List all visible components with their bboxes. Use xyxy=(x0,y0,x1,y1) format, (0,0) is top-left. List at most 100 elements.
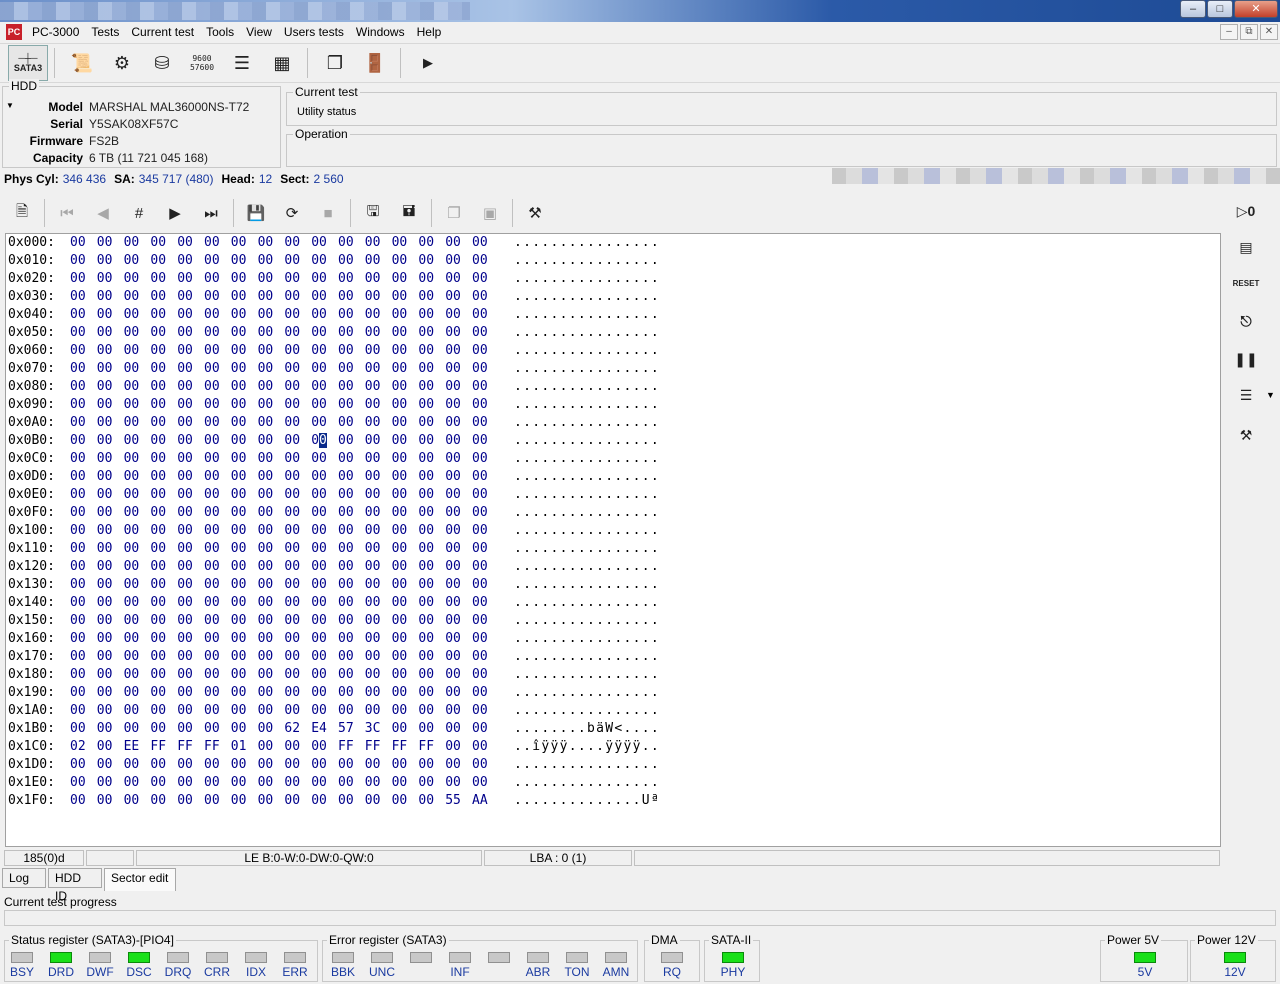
hex-byte[interactable]: 00 xyxy=(338,684,360,702)
hex-byte[interactable]: 00 xyxy=(392,684,414,702)
hex-byte[interactable]: 00 xyxy=(70,630,92,648)
hex-byte[interactable]: 00 xyxy=(284,234,306,252)
hex-byte[interactable]: 00 xyxy=(392,432,414,450)
hex-byte[interactable]: 00 xyxy=(418,720,440,738)
hex-byte[interactable]: 00 xyxy=(418,432,440,450)
hex-byte[interactable]: 00 xyxy=(284,504,306,522)
hex-byte[interactable]: 00 xyxy=(177,432,199,450)
hex-ascii[interactable]: ................ xyxy=(514,234,660,252)
hex-byte[interactable]: 00 xyxy=(418,450,440,468)
hex-byte[interactable]: 00 xyxy=(338,486,360,504)
hex-byte[interactable]: 00 xyxy=(124,684,146,702)
hex-byte[interactable]: 00 xyxy=(392,648,414,666)
hex-byte[interactable]: 00 xyxy=(177,666,199,684)
hex-byte[interactable]: 00 xyxy=(418,378,440,396)
hex-byte[interactable]: 00 xyxy=(124,360,146,378)
hex-byte[interactable]: 00 xyxy=(70,684,92,702)
hex-byte[interactable]: 00 xyxy=(338,342,360,360)
hex-byte[interactable]: 00 xyxy=(284,666,306,684)
hex-byte[interactable]: 00 xyxy=(70,450,92,468)
hex-byte[interactable]: 00 xyxy=(365,792,387,810)
menu-windows[interactable]: Windows xyxy=(350,22,411,42)
hex-byte[interactable]: 00 xyxy=(418,270,440,288)
hex-byte[interactable]: 00 xyxy=(97,630,119,648)
hex-byte[interactable]: 00 xyxy=(150,396,172,414)
hex-byte[interactable]: 00 xyxy=(284,324,306,342)
hex-byte[interactable]: 00 xyxy=(418,234,440,252)
hex-byte[interactable]: 00 xyxy=(258,432,280,450)
hex-byte[interactable]: 00 xyxy=(392,540,414,558)
hex-byte[interactable]: 00 xyxy=(177,270,199,288)
hex-byte[interactable]: 00 xyxy=(150,630,172,648)
close-button[interactable]: ✕ xyxy=(1234,0,1278,18)
hex-byte[interactable]: 00 xyxy=(472,324,494,342)
hex-byte[interactable]: 00 xyxy=(284,468,306,486)
hex-byte[interactable]: 00 xyxy=(97,486,119,504)
hex-byte[interactable]: 00 xyxy=(97,540,119,558)
hex-byte[interactable]: 00 xyxy=(472,450,494,468)
hex-byte[interactable]: 00 xyxy=(445,612,467,630)
hex-byte[interactable]: 00 xyxy=(258,270,280,288)
hex-byte[interactable]: 00 xyxy=(258,324,280,342)
hex-byte[interactable]: 00 xyxy=(231,234,253,252)
hex-byte[interactable]: 00 xyxy=(418,504,440,522)
hex-byte[interactable]: 00 xyxy=(365,270,387,288)
hex-byte[interactable]: 00 xyxy=(70,792,92,810)
hex-ascii[interactable]: ................ xyxy=(514,324,660,342)
hex-byte[interactable]: 00 xyxy=(284,756,306,774)
hex-byte[interactable]: 00 xyxy=(231,540,253,558)
hex-byte[interactable]: 00 xyxy=(338,594,360,612)
hex-byte[interactable]: 00 xyxy=(338,432,360,450)
hex-byte[interactable]: 00 xyxy=(124,342,146,360)
hex-byte[interactable]: 00 xyxy=(365,504,387,522)
hex-byte[interactable]: 00 xyxy=(338,378,360,396)
hex-byte[interactable]: 00 xyxy=(258,702,280,720)
hex-byte[interactable]: 00 xyxy=(97,252,119,270)
hex-byte[interactable]: 00 xyxy=(445,324,467,342)
hex-byte[interactable]: 00 xyxy=(311,522,333,540)
hex-byte[interactable]: 00 xyxy=(97,432,119,450)
sata-port-button[interactable]: ─┼─ SATA3 xyxy=(8,45,48,81)
hex-byte[interactable]: 00 xyxy=(418,666,440,684)
hex-byte[interactable]: 00 xyxy=(177,720,199,738)
hex-byte[interactable]: 00 xyxy=(338,702,360,720)
hex-byte[interactable]: 00 xyxy=(445,234,467,252)
hex-byte[interactable]: 00 xyxy=(472,468,494,486)
hex-ascii[interactable]: ................ xyxy=(514,504,660,522)
hex-byte[interactable]: 00 xyxy=(231,486,253,504)
hex-byte[interactable]: 00 xyxy=(258,756,280,774)
hex-byte[interactable]: 00 xyxy=(284,774,306,792)
hex-ascii[interactable]: ................ xyxy=(514,612,660,630)
hex-byte[interactable]: 00 xyxy=(392,414,414,432)
hex-byte[interactable]: 00 xyxy=(70,558,92,576)
hex-byte[interactable]: 00 xyxy=(204,540,226,558)
hex-byte[interactable]: 00 xyxy=(445,270,467,288)
mdi-restore-button[interactable]: ⧉ xyxy=(1240,24,1258,40)
hex-byte[interactable]: 00 xyxy=(418,324,440,342)
hex-byte[interactable]: 00 xyxy=(97,756,119,774)
hex-byte[interactable]: 00 xyxy=(204,234,226,252)
hex-byte[interactable]: 00 xyxy=(150,414,172,432)
hex-byte[interactable]: 00 xyxy=(97,288,119,306)
hex-byte[interactable]: 00 xyxy=(392,486,414,504)
open-sector-button[interactable]: 🗎 xyxy=(4,198,40,228)
hex-byte[interactable]: 00 xyxy=(284,396,306,414)
hex-byte[interactable]: 00 xyxy=(418,360,440,378)
hex-byte[interactable]: 00 xyxy=(150,234,172,252)
hex-byte[interactable]: 00 xyxy=(418,468,440,486)
hex-byte[interactable]: 00 xyxy=(392,576,414,594)
hex-byte[interactable]: FF xyxy=(338,738,360,756)
hex-byte[interactable]: 00 xyxy=(311,396,333,414)
hex-byte[interactable]: 00 xyxy=(365,396,387,414)
hex-byte[interactable]: 00 xyxy=(177,558,199,576)
hex-byte[interactable]: 00 xyxy=(124,540,146,558)
hex-byte[interactable]: 00 xyxy=(124,324,146,342)
hex-byte[interactable]: 00 xyxy=(231,630,253,648)
hex-byte[interactable]: 00 xyxy=(472,288,494,306)
hex-byte[interactable]: 00 xyxy=(258,594,280,612)
hex-byte[interactable]: FF xyxy=(418,738,440,756)
hex-byte[interactable]: 00 xyxy=(177,774,199,792)
hex-byte[interactable]: 00 xyxy=(472,504,494,522)
hex-ascii[interactable]: ................ xyxy=(514,360,660,378)
hex-byte[interactable]: 00 xyxy=(392,702,414,720)
